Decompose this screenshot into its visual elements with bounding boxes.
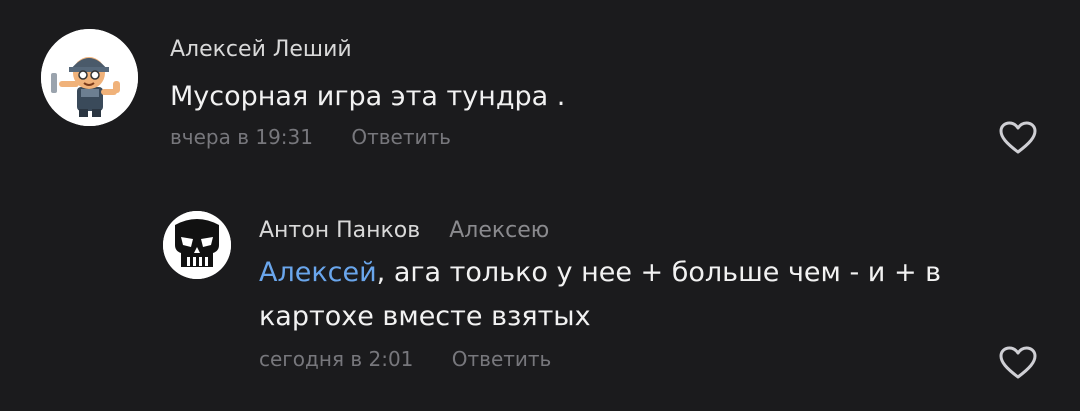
mechanic-avatar-icon (41, 29, 138, 126)
comment-meta: вчера в 19:31 Ответить (170, 125, 451, 149)
skull-avatar-icon (163, 211, 231, 279)
avatar[interactable] (41, 29, 138, 126)
comment-body-line-2: картохе вместе взятых (259, 301, 591, 332)
reply-to-name[interactable]: Алексею (449, 218, 549, 243)
comment-text: Алексей, ага только у нее + больше чем -… (259, 251, 941, 339)
comment-body-line-1: , ага только у нее + больше чем - и + в (376, 257, 942, 288)
comment-line-1: Алексей, ага только у нее + больше чем -… (259, 251, 941, 295)
like-button[interactable] (998, 120, 1038, 156)
timestamp: сегодня в 2:01 (259, 347, 414, 371)
like-button[interactable] (998, 345, 1038, 381)
author-line: Алексей Леший (170, 37, 352, 62)
comment-body: Мусорная игра эта тундра . (170, 81, 566, 112)
reply-button[interactable]: Ответить (452, 347, 552, 371)
heart-outline-icon (999, 121, 1037, 154)
author-name[interactable]: Антон Панков (259, 218, 420, 243)
author-line: Антон Панков Алексею (259, 218, 549, 243)
mention-link[interactable]: Алексей (259, 257, 377, 288)
reply-button[interactable]: Ответить (351, 125, 451, 149)
author-name[interactable]: Алексей Леший (170, 37, 352, 62)
timestamp: вчера в 19:31 (170, 125, 313, 149)
heart-outline-icon (999, 346, 1037, 379)
avatar[interactable] (163, 211, 231, 279)
comment-text: Мусорная игра эта тундра . (170, 75, 565, 119)
comment-meta: сегодня в 2:01 Ответить (259, 347, 551, 371)
